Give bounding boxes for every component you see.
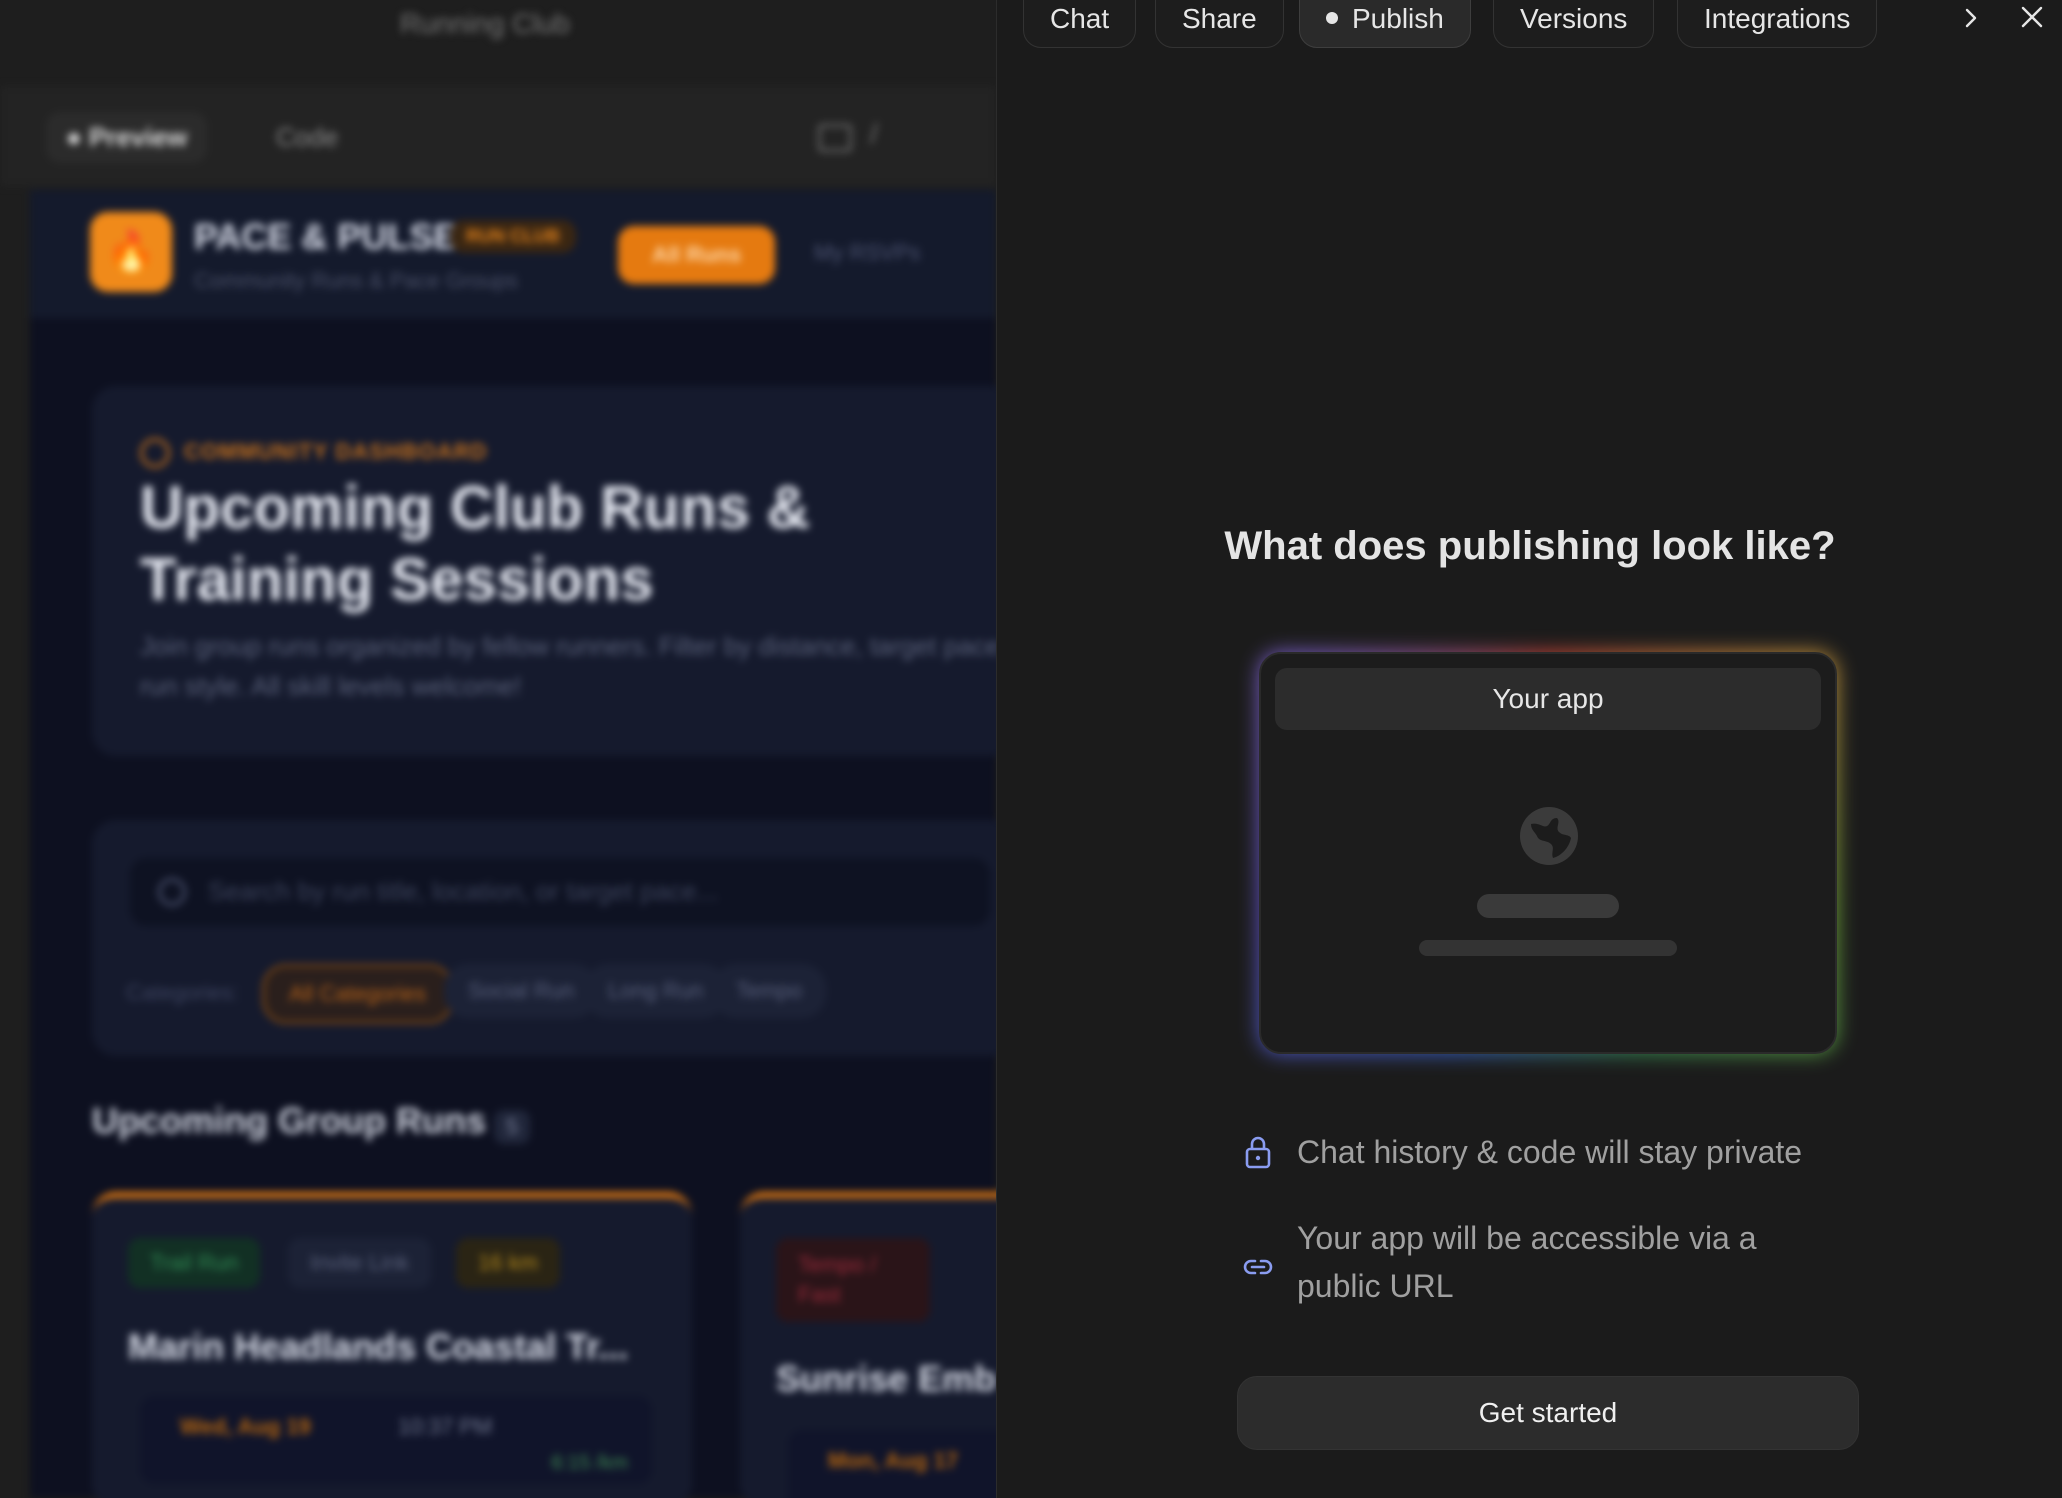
filters-card: Search by run title, location, or target… [92, 820, 996, 1056]
window-title: Running Club [400, 8, 570, 39]
category-chip-long[interactable]: Long Run [584, 964, 728, 1018]
preview-tab-label: Preview [88, 122, 188, 152]
tab-publish-label: Publish [1352, 3, 1444, 34]
distance-chip: 16 km [456, 1238, 560, 1288]
search-icon [158, 878, 186, 906]
active-dot-icon [1326, 11, 1338, 24]
tab-chat[interactable]: Chat [1023, 0, 1137, 48]
publish-panel: Chat Share Publish Versions Integrations… [996, 0, 2062, 1498]
nav-my-rsvps[interactable]: My RSVPs [814, 240, 920, 266]
section-count-badge: 5 [494, 1110, 531, 1144]
tab-share[interactable]: Share [1155, 0, 1284, 48]
run-type-chip: Tempo / Fast [776, 1238, 930, 1322]
info-public-url-text: Your app will be accessible via a public… [1297, 1220, 1757, 1304]
nav-all-runs[interactable]: All Runs [618, 226, 776, 284]
hero-description: Join group runs organized by fellow runn… [140, 631, 996, 701]
search-input[interactable]: Search by run title, location, or target… [130, 858, 990, 926]
hero-kicker: COMMUNITY DASHBOARD [140, 438, 487, 468]
category-chip-all[interactable]: All Categories [262, 964, 453, 1024]
run-title: Sunrise Emb [776, 1358, 996, 1399]
section-title: Upcoming Group Runs [92, 1100, 486, 1141]
chevron-right-icon[interactable] [1951, 0, 1991, 38]
run-title: Marin Headlands Coastal Tr... [128, 1326, 629, 1367]
preview-tab[interactable]: ● Preview [46, 112, 208, 163]
app-mockup: Your app [1259, 652, 1837, 1054]
hero-title: Upcoming Club Runs & Training Sessions [140, 474, 810, 613]
tab-versions[interactable]: Versions [1493, 0, 1655, 48]
hero-kicker-label: COMMUNITY DASHBOARD [184, 438, 488, 464]
device-icon[interactable] [818, 124, 852, 152]
link-icon [1241, 1252, 1275, 1287]
brand-subtitle: Community Runs & Pace Groups [194, 268, 519, 293]
run-card[interactable]: Trail Run Invite Link 16 km Marin Headla… [92, 1192, 692, 1498]
get-started-button[interactable]: Get started [1237, 1376, 1859, 1450]
category-chip-tempo[interactable]: Tempo [712, 964, 827, 1018]
publish-heading: What does publishing look like? [1224, 524, 1836, 568]
app-preview-pane: Running Club ● Preview Code / 🔥 PACE & P… [0, 0, 996, 1498]
run-meta: Wed, Aug 19 10:37 PM 6:15 /km [140, 1396, 652, 1484]
flame-logo-icon: 🔥 [90, 212, 172, 292]
run-meta: Mon, Aug 17 [788, 1430, 996, 1498]
hero-card: COMMUNITY DASHBOARD Upcoming Club Runs &… [92, 386, 996, 756]
category-chip-social[interactable]: Social Run [444, 964, 599, 1018]
search-placeholder: Search by run title, location, or target… [208, 876, 719, 906]
app-header: 🔥 PACE & PULSE RUN CLUB Community Runs &… [30, 190, 996, 318]
run-time: 10:37 PM [398, 1414, 493, 1439]
tab-publish[interactable]: Publish [1299, 0, 1471, 48]
brand-badge: RUN CLUB [450, 220, 576, 253]
lock-icon [1241, 1132, 1275, 1177]
categories-label: Categories: [126, 980, 239, 1005]
globe-icon [1517, 804, 1581, 873]
run-type-chip: Trail Run [128, 1238, 261, 1288]
brand-name: PACE & PULSE [194, 216, 458, 257]
path-separator: / [870, 118, 878, 149]
run-date: Wed, Aug 19 [180, 1414, 311, 1439]
mockup-url-bar: Your app [1275, 668, 1821, 730]
invite-link-chip[interactable]: Invite Link [288, 1238, 432, 1288]
run-date: Mon, Aug 17 [828, 1448, 958, 1473]
tab-integrations[interactable]: Integrations [1677, 0, 1878, 48]
blurred-preview-content: Running Club ● Preview Code / 🔥 PACE & P… [0, 0, 996, 1498]
mockup-placeholder-line [1419, 940, 1677, 956]
tab-overflow-fade [1887, 0, 1927, 40]
compass-icon [140, 438, 170, 468]
app-canvas: 🔥 PACE & PULSE RUN CLUB Community Runs &… [30, 190, 996, 1498]
info-private-text: Chat history & code will stay private [1297, 1134, 1803, 1170]
run-pace: 6:15 /km [551, 1452, 628, 1474]
close-icon[interactable] [2013, 0, 2053, 38]
mockup-placeholder-line [1477, 894, 1619, 918]
run-card[interactable]: Tempo / Fast Sunrise Emb Mon, Aug 17 [740, 1192, 996, 1498]
code-tab[interactable]: Code [276, 122, 338, 153]
